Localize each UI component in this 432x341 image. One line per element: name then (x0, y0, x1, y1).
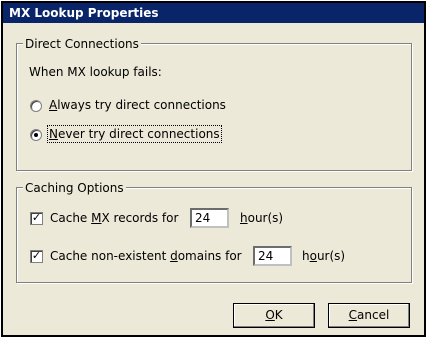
direct-connections-group: Direct Connections When MX lookup fails:… (16, 37, 412, 171)
mx-lookup-dialog: MX Lookup Properties Direct Connections … (1, 1, 426, 337)
direct-connections-legend: Direct Connections (23, 37, 141, 51)
ok-button[interactable]: OK (233, 303, 315, 328)
window-title: MX Lookup Properties (9, 6, 159, 20)
caching-options-legend: Caching Options (23, 181, 126, 195)
cache-mx-label[interactable]: Cache MX records for (50, 211, 178, 225)
radio-always-icon[interactable] (30, 100, 42, 112)
cache-mx-checkbox[interactable]: ✓ (30, 212, 43, 225)
title-bar[interactable]: MX Lookup Properties (3, 3, 424, 23)
cache-mx-hours-input[interactable]: 24 (190, 208, 229, 228)
cache-mx-unit: hour(s) (240, 211, 284, 225)
mx-fail-prompt: When MX lookup fails: (29, 65, 162, 79)
radio-always-label[interactable]: Always try direct connections (49, 98, 226, 112)
caching-options-group: Caching Options ✓ Cache MX records for 2… (16, 181, 412, 283)
cache-nx-label[interactable]: Cache non-existent domains for (50, 249, 242, 263)
radio-never-label[interactable]: Never try direct connections (47, 125, 222, 143)
cancel-button[interactable]: Cancel (328, 303, 410, 328)
radio-never-icon[interactable] (30, 129, 42, 141)
cache-nx-hours-input[interactable]: 24 (253, 246, 292, 266)
cache-nx-unit: hour(s) (302, 249, 346, 263)
cache-nx-checkbox[interactable]: ✓ (30, 250, 43, 263)
